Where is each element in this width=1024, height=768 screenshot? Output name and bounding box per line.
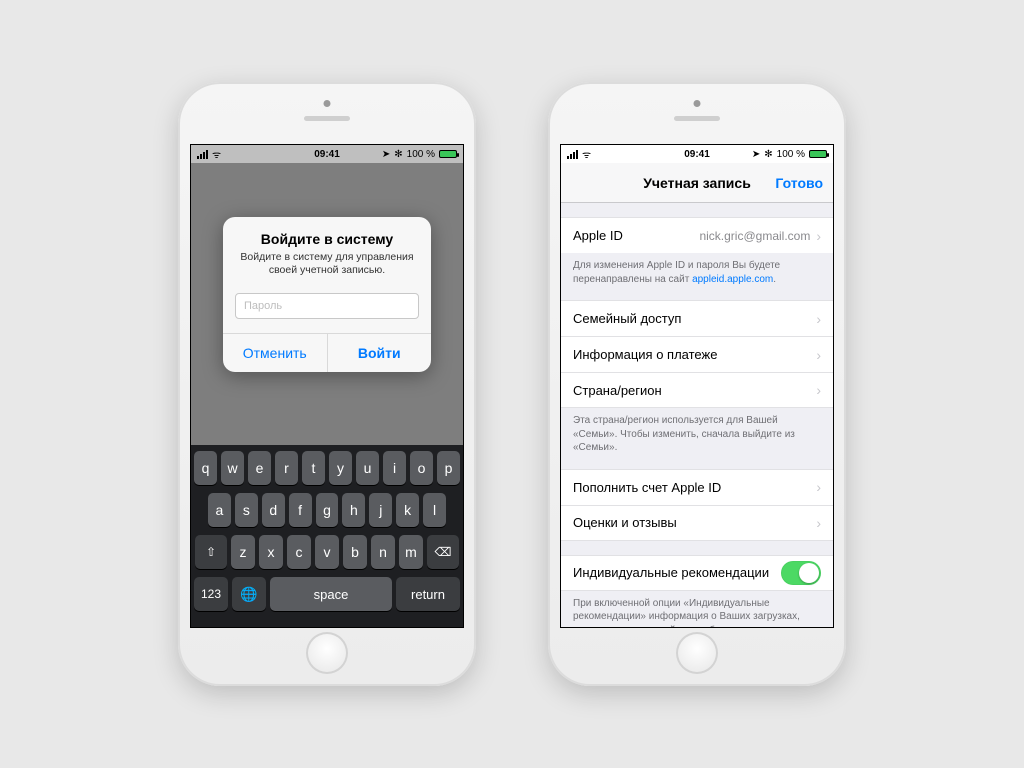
group-footer: При включенной опции «Индивидуальные рек… (561, 591, 833, 628)
apple-id-value: nick.gric@gmail.com (699, 229, 810, 243)
screen-account: ᯤ 09:41 ➤ ✻ 100 % Учетная запись Готово … (560, 144, 834, 628)
key-l[interactable]: l (423, 493, 446, 527)
status-bar: ᯤ 09:41 ➤ ✻ 100 % (561, 145, 833, 163)
chevron-right-icon: › (816, 228, 821, 244)
key-i[interactable]: i (383, 451, 406, 485)
group-recommendations: Индивидуальные рекомендации (561, 555, 833, 591)
group-account-info: Семейный доступ›Информация о платеже›Стр… (561, 300, 833, 408)
row-label: Apple ID (573, 228, 623, 243)
group-footer: Для изменения Apple ID и пароля Вы будет… (561, 253, 833, 286)
table-row[interactable]: Оценки и отзывы › (561, 505, 833, 541)
cancel-button[interactable]: Отменить (223, 334, 328, 372)
chevron-right-icon: › (816, 382, 821, 398)
group-apple-id: Apple ID nick.gric@gmail.com › Для измен… (561, 217, 833, 286)
settings-table: Apple ID nick.gric@gmail.com › Для измен… (561, 203, 833, 627)
battery-icon (809, 150, 827, 158)
row-label: Страна/регион (573, 383, 662, 398)
table-row[interactable]: Страна/регион › (561, 372, 833, 408)
home-button[interactable] (676, 632, 718, 674)
login-modal: Войдите в систему Войдите в систему для … (223, 217, 431, 372)
appleid-link[interactable]: appleid.apple.com (692, 274, 773, 285)
status-time: 09:41 (561, 149, 833, 160)
row-label: Оценки и отзывы (573, 515, 677, 530)
group-credit-reviews: Пополнить счет Apple ID › Оценки и отзывы › (561, 469, 833, 541)
key-w[interactable]: w (221, 451, 244, 485)
home-button[interactable] (306, 632, 348, 674)
backspace-key[interactable]: ⌫ (427, 535, 459, 569)
row-apple-id[interactable]: Apple ID nick.gric@gmail.com › (561, 217, 833, 253)
key-v[interactable]: v (315, 535, 339, 569)
row-recommendations: Индивидуальные рекомендации (561, 555, 833, 591)
key-e[interactable]: e (248, 451, 271, 485)
chevron-right-icon: › (816, 347, 821, 363)
row-label: Пополнить счет Apple ID (573, 480, 721, 495)
key-h[interactable]: h (342, 493, 365, 527)
keyboard: qwertyuiop asdfghjkl ⇧ zxcvbnm ⌫ 123 🌐 s… (191, 445, 463, 627)
key-g[interactable]: g (316, 493, 339, 527)
key-z[interactable]: z (231, 535, 255, 569)
key-s[interactable]: s (235, 493, 258, 527)
key-r[interactable]: r (275, 451, 298, 485)
table-row[interactable]: Информация о платеже › (561, 336, 833, 372)
key-k[interactable]: k (396, 493, 419, 527)
password-field[interactable] (235, 293, 419, 319)
key-d[interactable]: d (262, 493, 285, 527)
key-x[interactable]: x (259, 535, 283, 569)
screen-login: ᯤ 09:41 ➤ ✻ 100 % Загрузка… Войдите в си… (190, 144, 464, 628)
iphone-mockup-left: ᯤ 09:41 ➤ ✻ 100 % Загрузка… Войдите в си… (178, 82, 476, 686)
done-button[interactable]: Готово (775, 175, 823, 191)
key-m[interactable]: m (399, 535, 423, 569)
row-label: Индивидуальные рекомендации (573, 565, 769, 580)
recommendations-toggle[interactable] (781, 561, 821, 585)
key-b[interactable]: b (343, 535, 367, 569)
iphone-mockup-right: ᯤ 09:41 ➤ ✻ 100 % Учетная запись Готово … (548, 82, 846, 686)
numbers-key[interactable]: 123 (194, 577, 228, 611)
battery-icon (439, 150, 457, 158)
key-t[interactable]: t (302, 451, 325, 485)
key-u[interactable]: u (356, 451, 379, 485)
nav-bar: Учетная запись Готово (561, 163, 833, 203)
globe-key[interactable]: 🌐 (232, 577, 266, 611)
status-bar: ᯤ 09:41 ➤ ✻ 100 % (191, 145, 463, 163)
return-key[interactable]: return (396, 577, 460, 611)
modal-title: Войдите в систему (237, 231, 417, 247)
key-a[interactable]: a (208, 493, 231, 527)
key-j[interactable]: j (369, 493, 392, 527)
row-label: Семейный доступ (573, 311, 681, 326)
chevron-right-icon: › (816, 515, 821, 531)
key-n[interactable]: n (371, 535, 395, 569)
key-f[interactable]: f (289, 493, 312, 527)
modal-message: Войдите в систему для управления своей у… (237, 251, 417, 277)
key-c[interactable]: c (287, 535, 311, 569)
key-q[interactable]: q (194, 451, 217, 485)
row-label: Информация о платеже (573, 347, 717, 362)
nav-title: Учетная запись (643, 175, 751, 191)
chevron-right-icon: › (816, 311, 821, 327)
status-time: 09:41 (191, 149, 463, 160)
key-o[interactable]: o (410, 451, 433, 485)
confirm-button[interactable]: Войти (328, 334, 432, 372)
shift-key[interactable]: ⇧ (195, 535, 227, 569)
table-row[interactable]: Семейный доступ › (561, 300, 833, 336)
group-footer: Эта страна/регион используется для Вашей… (561, 408, 833, 455)
key-p[interactable]: p (437, 451, 460, 485)
chevron-right-icon: › (816, 479, 821, 495)
table-row[interactable]: Пополнить счет Apple ID › (561, 469, 833, 505)
space-key[interactable]: space (270, 577, 392, 611)
key-y[interactable]: y (329, 451, 352, 485)
